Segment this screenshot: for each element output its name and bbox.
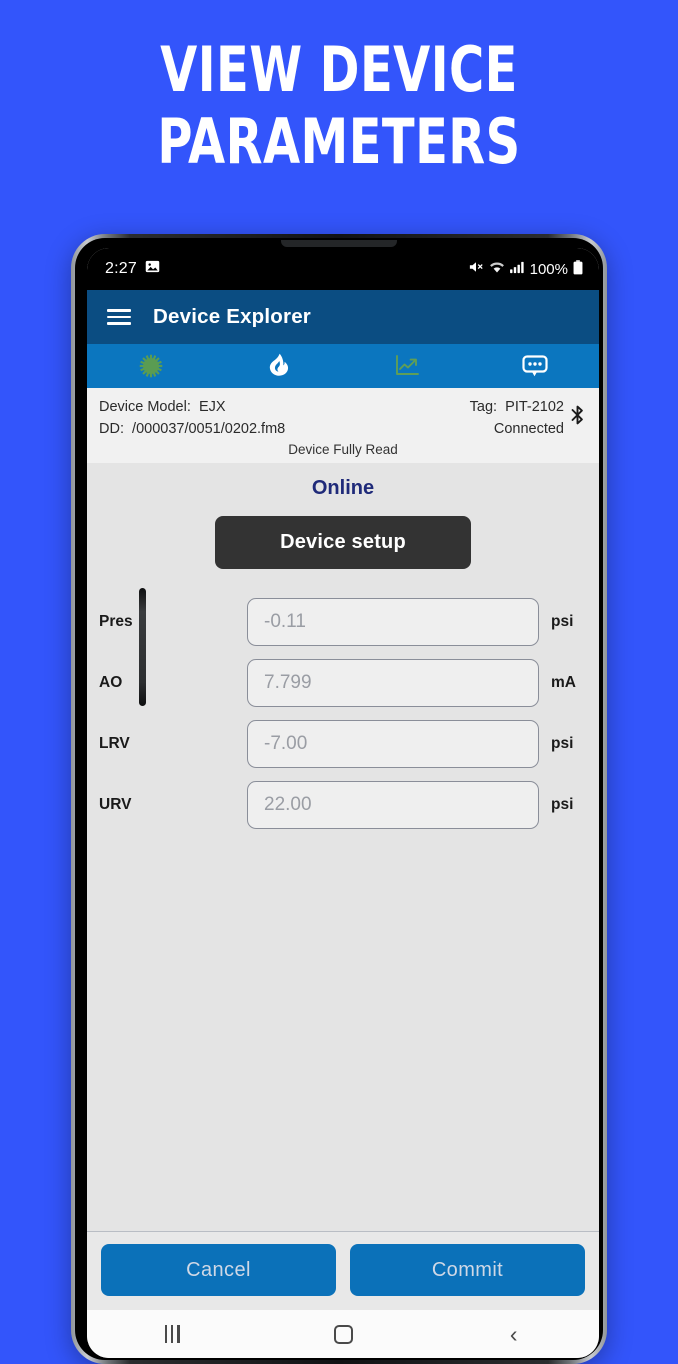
status-bar-left: 2:27	[105, 259, 160, 279]
android-nav-bar: ‹	[87, 1310, 599, 1358]
wifi-icon	[489, 261, 505, 278]
device-dd-label: DD:	[99, 421, 124, 437]
battery-full-icon	[573, 259, 583, 279]
parameter-row-ao: AO mA	[87, 652, 599, 713]
parameter-unit: psi	[551, 734, 574, 752]
parameter-row-urv: URV psi	[87, 774, 599, 835]
promo-headline-line2: PARAMETERS	[157, 105, 521, 178]
parameter-label: URV	[99, 795, 132, 813]
parameter-row-lrv: LRV psi	[87, 713, 599, 774]
setup-button-wrap: Device setup	[87, 516, 599, 569]
parameter-row-pres: Pres psi	[87, 591, 599, 652]
device-model-label: Device Model:	[99, 399, 191, 415]
phone-device-frame: 2:27 100% Device Explorer Device Model: …	[71, 234, 607, 1364]
parameter-unit: mA	[551, 673, 576, 691]
earpiece-speaker	[281, 240, 397, 247]
page-title: Device Explorer	[153, 305, 311, 328]
tab-diagnostics[interactable]	[215, 344, 343, 388]
device-dd-row: DD: /000037/0051/0202.fm8	[99, 418, 285, 440]
device-setup-button[interactable]: Device setup	[215, 516, 471, 569]
tab-bar	[87, 344, 599, 388]
home-icon[interactable]	[258, 1324, 429, 1344]
commit-button[interactable]: Commit	[350, 1244, 585, 1296]
parameter-unit: psi	[551, 795, 574, 813]
mute-icon	[468, 260, 484, 278]
device-tag-value: PIT-2102	[505, 399, 564, 415]
tab-process-variables[interactable]	[87, 344, 215, 388]
device-info-panel: Device Model: EJX DD: /000037/0051/0202.…	[87, 388, 599, 463]
phone-screen: 2:27 100% Device Explorer Device Model: …	[87, 248, 599, 1358]
parameter-label: AO	[99, 673, 123, 691]
connection-status: Connected	[493, 421, 564, 437]
message-bubble-icon	[522, 355, 548, 377]
app-bar: Device Explorer	[87, 290, 599, 344]
chart-line-icon	[396, 355, 419, 375]
tab-trend[interactable]	[343, 344, 471, 388]
battery-percent: 100%	[529, 260, 568, 278]
device-model-row: Device Model: EJX	[99, 396, 285, 418]
main-content: Online Device setup Pres psi AO mA	[87, 463, 599, 1231]
action-bar: Cancel Commit	[87, 1231, 599, 1310]
image-icon	[145, 259, 160, 279]
status-badge: Online	[311, 477, 375, 499]
device-tag-row: Tag: PIT-2102	[470, 396, 564, 418]
status-bar-right: 100%	[468, 259, 583, 279]
gear-sunburst-icon	[139, 354, 163, 378]
parameter-label: Pres	[99, 612, 133, 630]
status-time: 2:27	[105, 260, 137, 277]
volume-button[interactable]	[139, 588, 146, 706]
bluetooth-icon	[568, 404, 587, 431]
device-tag-label: Tag:	[469, 399, 498, 415]
parameter-label: LRV	[99, 734, 130, 752]
android-status-bar: 2:27 100%	[87, 248, 599, 290]
tab-messages[interactable]	[471, 344, 599, 388]
device-info-rows: Device Model: EJX DD: /000037/0051/0202.…	[99, 396, 587, 440]
parameter-unit: psi	[551, 612, 574, 630]
cancel-button[interactable]: Cancel	[101, 1244, 336, 1296]
device-dd-value: /000037/0051/0202.fm8	[132, 421, 286, 437]
device-info-left: Device Model: EJX DD: /000037/0051/0202.…	[99, 396, 285, 440]
lrv-input[interactable]	[247, 719, 539, 768]
flame-icon	[269, 353, 289, 376]
device-model-value: EJX	[198, 399, 226, 415]
promo-headline: VIEW DEVICE PARAMETERS	[47, 34, 630, 178]
urv-input[interactable]	[247, 780, 539, 829]
pres-input[interactable]	[247, 597, 539, 646]
parameter-list: Pres psi AO mA LRV psi	[87, 591, 599, 835]
signal-bars-icon	[509, 261, 525, 278]
hamburger-menu-icon[interactable]	[107, 309, 131, 325]
device-read-status: Device Fully Read	[288, 442, 398, 457]
ao-input[interactable]	[247, 658, 539, 707]
phone-bezel: 2:27 100% Device Explorer Device Model: …	[75, 238, 603, 1360]
back-icon[interactable]: ‹	[428, 1322, 599, 1346]
device-info-right-col: Tag: PIT-2102 Connected	[470, 396, 564, 440]
promo-headline-line1: VIEW DEVICE	[160, 33, 518, 106]
recents-icon[interactable]	[87, 1325, 258, 1343]
device-info-right: Tag: PIT-2102 Connected	[470, 396, 587, 440]
